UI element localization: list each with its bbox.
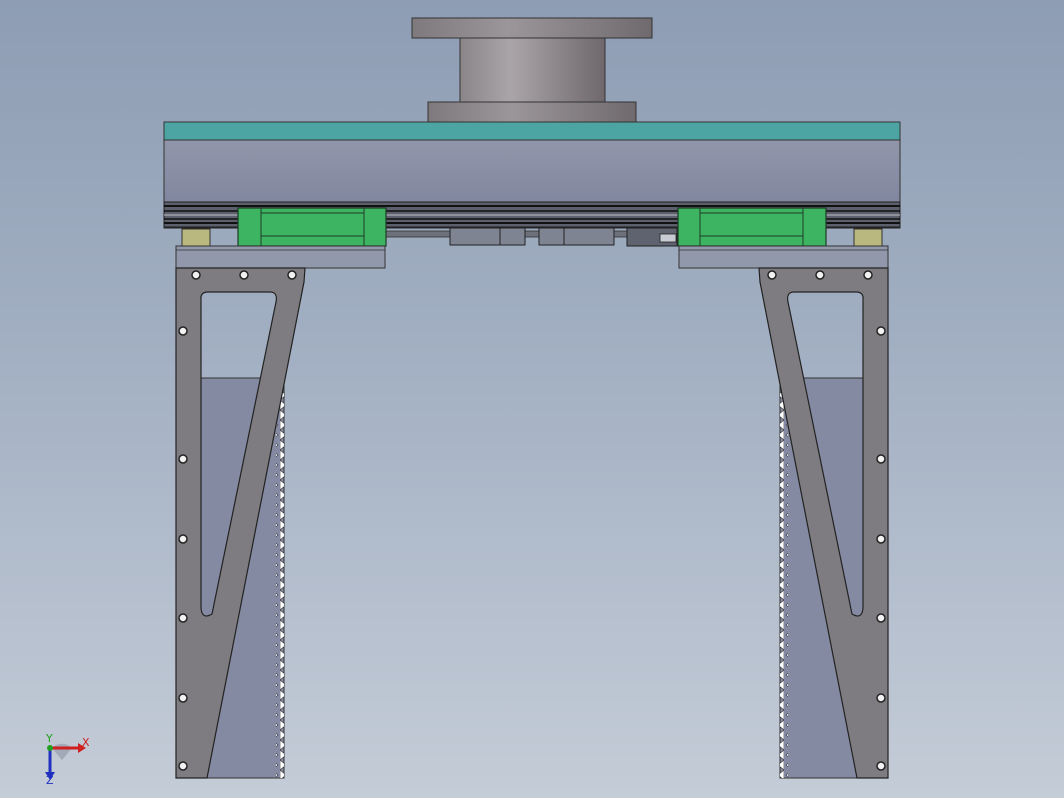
cylinder-shaft (459, 37, 606, 103)
gripper-jaw-left (175, 267, 306, 779)
x-axis-label: X (82, 736, 90, 749)
gripper-assembly-model[interactable]: X Y Z (0, 0, 1064, 798)
gray-body-plate (163, 139, 901, 203)
cad-viewport[interactable]: X Y Z (0, 0, 1064, 798)
coordinate-triad: X Y Z (45, 732, 90, 787)
main-plate (163, 121, 901, 203)
spacer-right (853, 228, 883, 247)
mount-plate-right (678, 245, 889, 269)
y-axis-label: Y (45, 732, 53, 745)
gripper-jaw-right (758, 267, 889, 779)
rack-teeth-right (780, 390, 788, 778)
bottom-flange (427, 101, 637, 123)
cylinder-mount (411, 17, 653, 123)
center-actuator (385, 227, 679, 247)
top-flange (411, 17, 653, 39)
guide-block-left (237, 207, 387, 247)
guide-block-right (677, 207, 827, 247)
spacer-left (181, 228, 211, 247)
mount-plate-left (175, 245, 386, 269)
z-axis-label: Z (46, 774, 54, 787)
rack-teeth-left (276, 390, 284, 778)
teal-top-plate (163, 121, 901, 141)
